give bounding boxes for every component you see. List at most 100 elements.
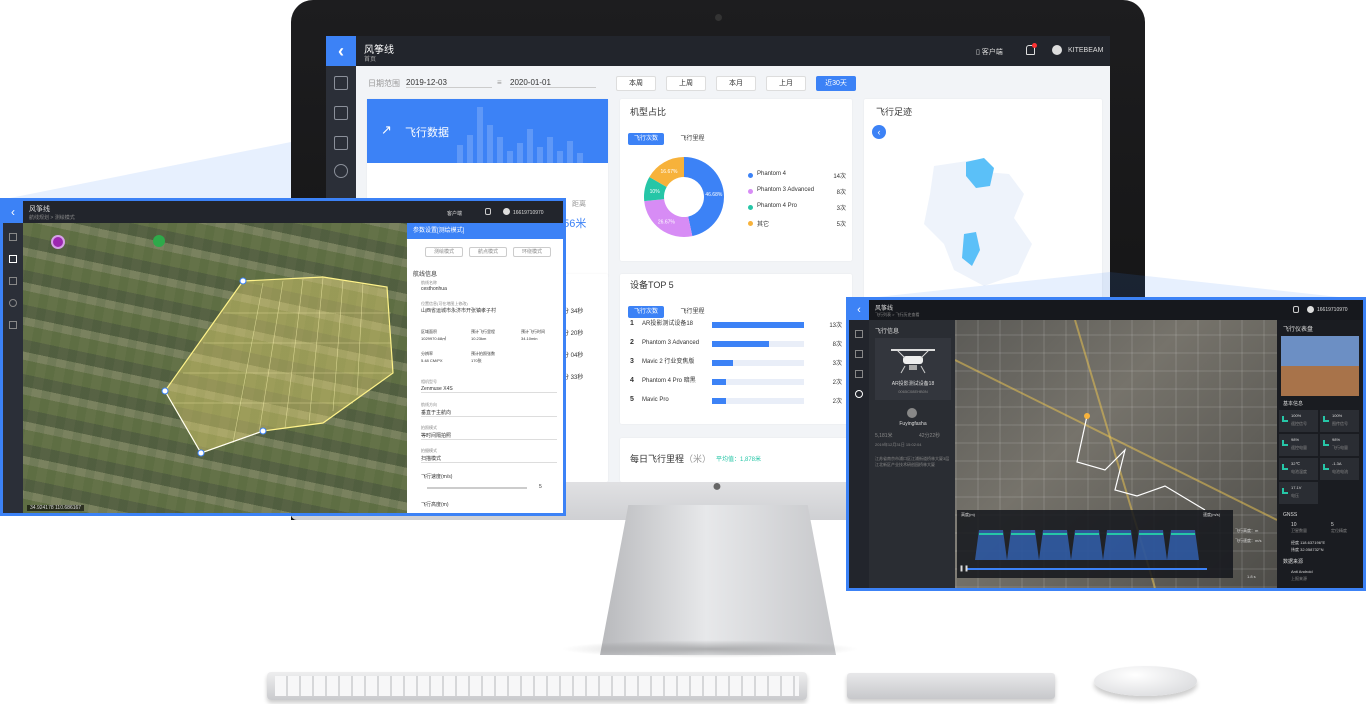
select-label: 相机型号 — [421, 379, 437, 384]
left-sidebar-icon-2[interactable] — [9, 255, 17, 263]
metric-value: 98% — [1291, 437, 1300, 442]
range-button[interactable]: 上周 — [666, 76, 706, 91]
drone-card: AR投影测试设备18 0065C08EHB0N — [875, 338, 951, 400]
metric-tile: 32℃ 电池温度 — [1279, 458, 1318, 480]
user-name[interactable]: KITEBEAM — [1068, 47, 1103, 54]
top5-bar-fill — [712, 360, 734, 366]
drone-name: AR投影测试设备18 — [891, 381, 935, 387]
map-polygon-tool-icon[interactable] — [51, 235, 65, 249]
map-coordinates: 34.924178 110.686167 — [27, 505, 85, 511]
left-sidebar-icon-4[interactable] — [9, 299, 17, 307]
flight-info-panel: 飞行信息 AR投影测试设备18 0065C08EHB0N Fuyingfasha… — [869, 320, 955, 588]
select-value[interactable]: 扫描模式 — [421, 455, 557, 463]
metric-value: 32℃ — [1291, 461, 1300, 466]
mode-button[interactable]: 环绕模式 — [513, 247, 551, 257]
telemetry-waveform — [975, 530, 1199, 560]
select-value[interactable]: 垂直于主航向 — [421, 409, 557, 417]
duration-value: 分 33秒 — [563, 375, 584, 381]
left-window-client[interactable]: 客户端 — [447, 210, 462, 217]
settings-panel-title: 参数设置[测绘模式] — [407, 223, 563, 239]
right-window-logo-icon[interactable]: ‹ — [849, 300, 869, 320]
stat-label: 预计拍照张数 — [471, 351, 495, 356]
select-value[interactable]: 等时间隔拍照 — [421, 432, 557, 440]
city-satellite-map[interactable]: 高度(m) 速度(m/s) ❚❚ 飞行高度：m 飞行速度：m/s 1.8 s — [955, 320, 1277, 588]
metric-value: 98% — [1332, 437, 1341, 442]
drone-icon — [891, 349, 935, 374]
right-window-avatar[interactable] — [1307, 306, 1314, 313]
left-window-breadcrumb: 航线规划 > 测绘模式 — [29, 215, 75, 221]
top5-device-name[interactable]: Mavic Pro — [642, 396, 712, 404]
left-window-topbar: ‹ 风筝线 航线规划 > 测绘模式 客户端 16619710970 — [3, 201, 563, 223]
model-share-title: 机型占比 — [630, 107, 667, 117]
route-stats: 区域面积 1029970.68㎡ 预计飞行里程 10.23km 预计飞行时间 34.10m… — [413, 329, 559, 373]
select-value[interactable]: Zenmuse X4S — [421, 386, 557, 393]
end-date-input[interactable]: 2020-01-01 — [510, 78, 596, 88]
metric-tile: 100% 图传信号 — [1320, 410, 1359, 432]
top5-value: 8次 — [832, 342, 842, 348]
right-sidebar-icon-3[interactable] — [855, 370, 863, 378]
altitude-axis-label: 高度(m) — [961, 512, 975, 517]
right-window-bell-icon[interactable] — [1293, 306, 1299, 313]
range-buttons: 本周 上周 本月 上月 近30天 — [616, 76, 876, 92]
start-date-input[interactable]: 2019-12-03 — [406, 78, 492, 88]
metric-label: 电池温度 — [1291, 469, 1307, 474]
playback-speed[interactable]: 1.8 s — [1247, 574, 1256, 579]
select-label: 航线方向 — [421, 402, 437, 407]
satellite-map[interactable]: 34.924178 110.686167 — [23, 223, 407, 513]
daily-mileage-title: 每日飞行里程（米） — [630, 452, 711, 465]
pause-icon[interactable]: ❚❚ — [959, 565, 969, 572]
range-button[interactable]: 本周 — [616, 76, 656, 91]
playback-timeline[interactable] — [967, 568, 1207, 570]
mode-buttons: 测绘模式 航点模式 环绕模式 — [425, 247, 561, 259]
metric-signal-icon — [1282, 464, 1288, 470]
location-input[interactable]: 山西省运城市永济市开张镇孝子村 — [421, 307, 496, 314]
flight-history-window: ‹ 风筝线 飞行列表 > 飞行历史查看 16619710970 飞行信息 AR投… — [846, 297, 1366, 591]
speed-slider-label: 飞行速度(m/s) — [421, 474, 453, 480]
mode-button[interactable]: 航点模式 — [469, 247, 507, 257]
select-label: 拍摄模式 — [421, 448, 437, 453]
left-window-phone: 16619710970 — [513, 210, 544, 216]
right-sidebar-icon-4[interactable] — [855, 390, 863, 398]
speed-value[interactable]: 5 — [539, 484, 542, 490]
stat-value: 170张 — [471, 358, 482, 363]
map-icon[interactable] — [334, 106, 348, 120]
left-window-app-name: 风筝线 — [29, 206, 50, 213]
legend-altitude: 飞行高度：m — [1235, 528, 1259, 533]
range-button[interactable]: 近30天 — [816, 76, 856, 91]
top5-device-name[interactable]: Phantom 3 Advanced — [642, 339, 712, 347]
range-button[interactable]: 上月 — [766, 76, 806, 91]
client-link[interactable]: ▯ 客户端 — [976, 47, 1003, 57]
map-undo-icon[interactable] — [153, 235, 165, 247]
left-window-logo-icon[interactable]: ‹ — [3, 201, 23, 223]
route-planning-window: ‹ 风筝线 航线规划 > 测绘模式 客户端 16619710970 34.924… — [0, 198, 566, 516]
speed-axis-label: 速度(m/s) — [1203, 512, 1221, 517]
range-button[interactable]: 本月 — [716, 76, 756, 91]
top5-value: 3次 — [832, 361, 842, 367]
left-window-bell-icon[interactable] — [485, 208, 491, 215]
stat-value: 10.23km — [471, 336, 487, 341]
top5-device-name[interactable]: Phantom 4 Pro 暗黑 — [642, 377, 712, 385]
top5-device-name[interactable]: Mavic 2 行业变焦版 — [642, 358, 712, 366]
route-name-input[interactable]: cesthonhua — [421, 286, 447, 292]
settings-panel: 参数设置[测绘模式] 测绘模式 航点模式 环绕模式 航线信息 航线名称 cestho… — [407, 223, 563, 513]
avatar[interactable] — [1052, 45, 1062, 55]
survey-polygon — [161, 276, 394, 457]
pilot-name: Fuyingfasha — [899, 421, 927, 427]
flight-dashboard-panel: 飞行仪表盘 基本信息 100% 遥控信号 100% 图传信号 98% 遥控电量 98% 飞行电… — [1277, 320, 1363, 588]
metric-tile: 100% 遥控信号 — [1279, 410, 1318, 432]
top5-rank: 4 — [630, 377, 634, 384]
left-window-avatar[interactable] — [503, 208, 510, 215]
chart-icon[interactable] — [334, 76, 348, 90]
metric-signal-icon — [1323, 416, 1329, 422]
speed-slider[interactable] — [427, 487, 527, 489]
left-sidebar-icon-1[interactable] — [9, 233, 17, 241]
kite-logo-icon[interactable]: ‹ — [326, 36, 356, 66]
mode-button[interactable]: 测绘模式 — [425, 247, 463, 257]
altitude-slider-label: 飞行高度(m) — [421, 502, 449, 508]
select-label: 拍照模式 — [421, 425, 437, 430]
top5-rank: 3 — [630, 358, 634, 365]
left-sidebar-icon-5[interactable] — [9, 321, 17, 329]
left-sidebar-icon-3[interactable] — [9, 277, 17, 285]
right-sidebar-icon-1[interactable] — [855, 330, 863, 338]
right-sidebar-icon-2[interactable] — [855, 350, 863, 358]
